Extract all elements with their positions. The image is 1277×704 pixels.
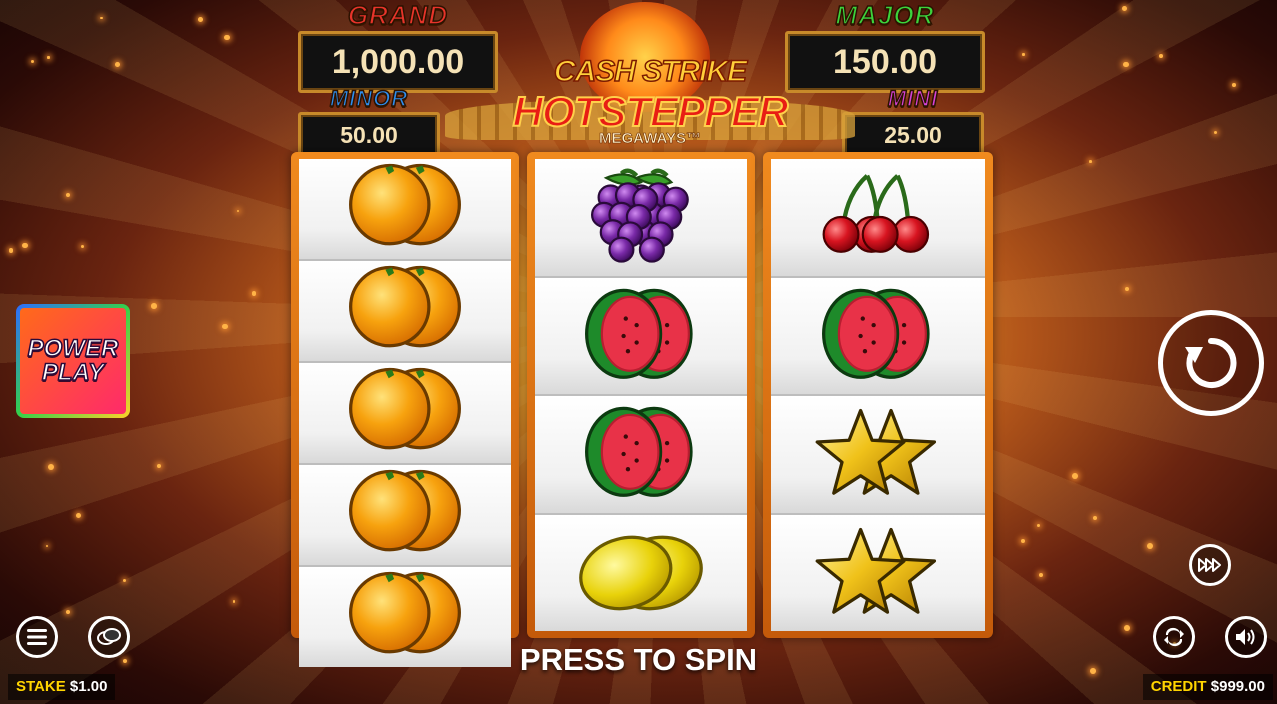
jackpot-mini-label: MINI: [887, 85, 939, 112]
reel-symbol-cherry: [771, 159, 985, 278]
spark: [1036, 523, 1040, 527]
reel-3: [763, 152, 993, 638]
fast-forward-icon: [1198, 558, 1221, 572]
logo-line-1: CASH STRIKE: [553, 54, 748, 89]
power-play-line-1: POWER: [27, 335, 119, 362]
orange-icon: [349, 367, 461, 450]
turbo-button[interactable]: [1189, 544, 1231, 586]
spark: [100, 16, 103, 20]
spark: [22, 242, 28, 249]
spark: [66, 192, 71, 197]
jackpot-major-value: 150.00: [785, 31, 985, 93]
spark: [1121, 5, 1127, 11]
orange-icon: [349, 265, 461, 348]
spark: [66, 610, 71, 615]
spark: [123, 578, 127, 582]
stake-display[interactable]: STAKE $1.00: [8, 674, 116, 700]
power-play-button[interactable]: POWER PLAY: [16, 304, 130, 418]
logo-line-2: HOTSTEPPER: [512, 87, 790, 136]
spark: [46, 545, 49, 548]
power-play-label: POWER PLAY: [27, 335, 119, 386]
spark: [1125, 286, 1130, 291]
spark: [8, 248, 14, 253]
reel-symbol-watermelon: [771, 277, 985, 396]
orange-icon: [349, 469, 461, 552]
spark: [1123, 625, 1130, 632]
jackpot-major: MAJOR 150.00: [785, 0, 985, 93]
jackpot-major-label: MAJOR: [835, 0, 935, 31]
logo-line-3: MEGAWAYS™: [599, 130, 702, 148]
spark: [47, 56, 50, 59]
spin-button[interactable]: [1158, 310, 1264, 416]
spark: [197, 16, 203, 22]
jackpot-grand: GRAND 1,000.00: [298, 0, 498, 93]
spin-icon: [1185, 337, 1237, 388]
reel-symbol-grapes: [535, 159, 747, 278]
reel-2: [527, 152, 755, 638]
jackpot-grand-value: 1,000.00: [298, 31, 498, 93]
spark: [1092, 515, 1098, 521]
spark: [1147, 543, 1154, 550]
spark: [156, 463, 161, 468]
spark: [81, 245, 85, 249]
spark: [223, 34, 230, 41]
spark: [222, 323, 228, 330]
stake-value: $1.00: [69, 678, 108, 695]
reel-symbol-star: [771, 514, 985, 631]
spark: [47, 463, 54, 470]
reel-2-symbols: [535, 159, 747, 631]
reel-symbol-watermelon: [535, 277, 747, 396]
reel-symbol-orange: [299, 159, 511, 261]
credit-display: CREDIT $999.00: [1142, 674, 1273, 700]
reel-symbol-lemon: [535, 514, 747, 631]
spark: [1213, 130, 1218, 135]
lemon-icon: [579, 535, 703, 610]
reel-symbol-orange: [299, 261, 511, 363]
spark: [1089, 160, 1092, 164]
spark: [1020, 539, 1025, 544]
jackpot-minor-label: MINOR: [329, 85, 409, 112]
reel-1: [291, 152, 519, 667]
reel-3-symbols: [771, 159, 985, 631]
power-play-line-2: PLAY: [41, 359, 105, 386]
jackpot-minor: MINOR 50.00: [298, 85, 440, 158]
jackpot-grand-label: GRAND: [347, 0, 449, 31]
stake-label: STAKE: [16, 678, 66, 695]
spark: [1072, 473, 1078, 480]
spark: [75, 512, 81, 518]
star-icon: [815, 409, 937, 496]
spark: [151, 303, 157, 309]
reel-symbol-orange: [299, 363, 511, 465]
reel-symbol-orange: [299, 465, 511, 567]
orange-icon: [349, 163, 461, 246]
spark: [251, 290, 257, 296]
spark: [1039, 573, 1044, 578]
watermelon-icon: [585, 406, 693, 498]
game-logo: CASH STRIKE HOTSTEPPER MEGAWAYS™: [445, 0, 855, 152]
star-icon: [815, 527, 937, 614]
grapes-icon: [590, 168, 689, 263]
spark: [1123, 61, 1129, 68]
watermelon-icon: [585, 288, 693, 379]
credit-label: CREDIT: [1150, 678, 1207, 695]
reel-symbol-star: [771, 396, 985, 515]
spark: [115, 62, 121, 67]
jackpot-mini: MINI 25.00: [842, 85, 984, 158]
reel-symbol-watermelon: [535, 396, 747, 515]
credit-value: $999.00: [1210, 678, 1265, 695]
spark: [232, 600, 236, 603]
reel-1-symbols: [299, 159, 511, 667]
watermelon-icon: [822, 288, 930, 379]
spark: [1231, 83, 1236, 88]
spark: [1022, 53, 1025, 56]
spark: [30, 59, 35, 64]
spark: [1159, 54, 1163, 58]
press-to-spin-text: PRESS TO SPIN: [519, 642, 758, 677]
cherry-icon: [822, 174, 930, 254]
spark: [236, 209, 239, 212]
